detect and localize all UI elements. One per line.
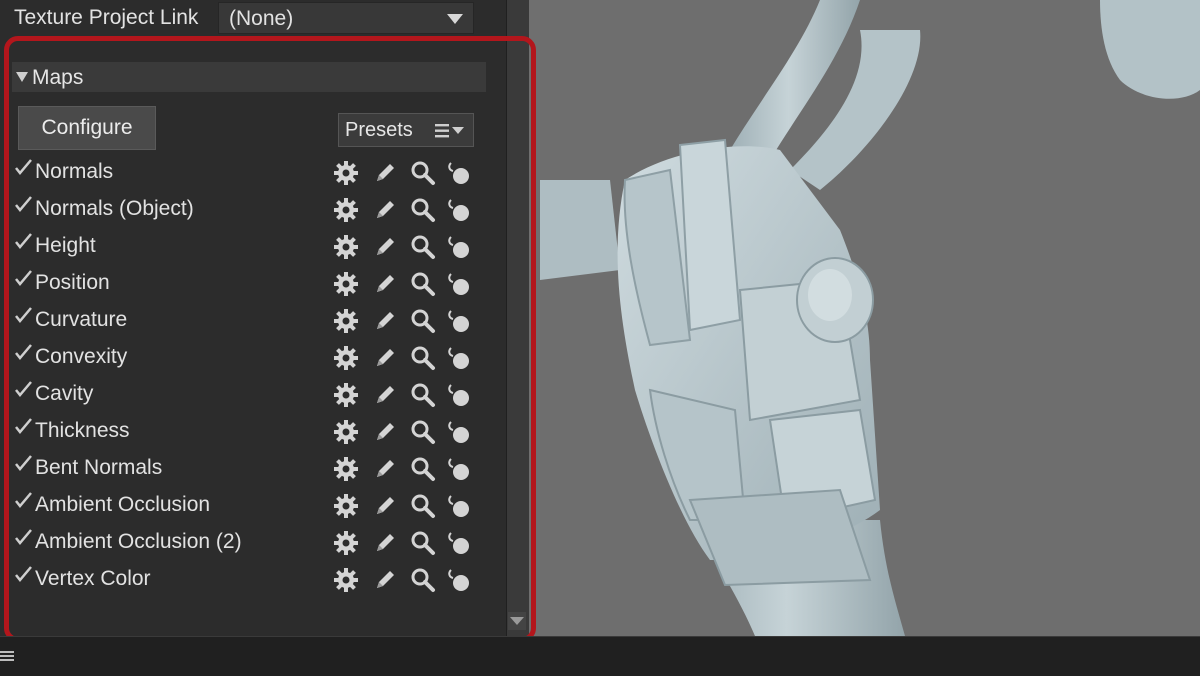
hamburger-menu-icon[interactable] [0,649,14,663]
3d-model-render [540,0,1200,636]
texture-project-link-dropdown[interactable]: (None) [218,2,474,34]
3d-viewport[interactable] [540,0,1200,636]
texture-project-link-value: (None) [229,7,294,30]
texture-project-link-row: Texture Project Link (None) [0,0,506,38]
texture-project-link-label: Texture Project Link [14,6,199,29]
bottom-status-bar [0,636,1200,676]
highlight-frame [4,36,536,642]
chevron-down-icon [447,14,463,24]
